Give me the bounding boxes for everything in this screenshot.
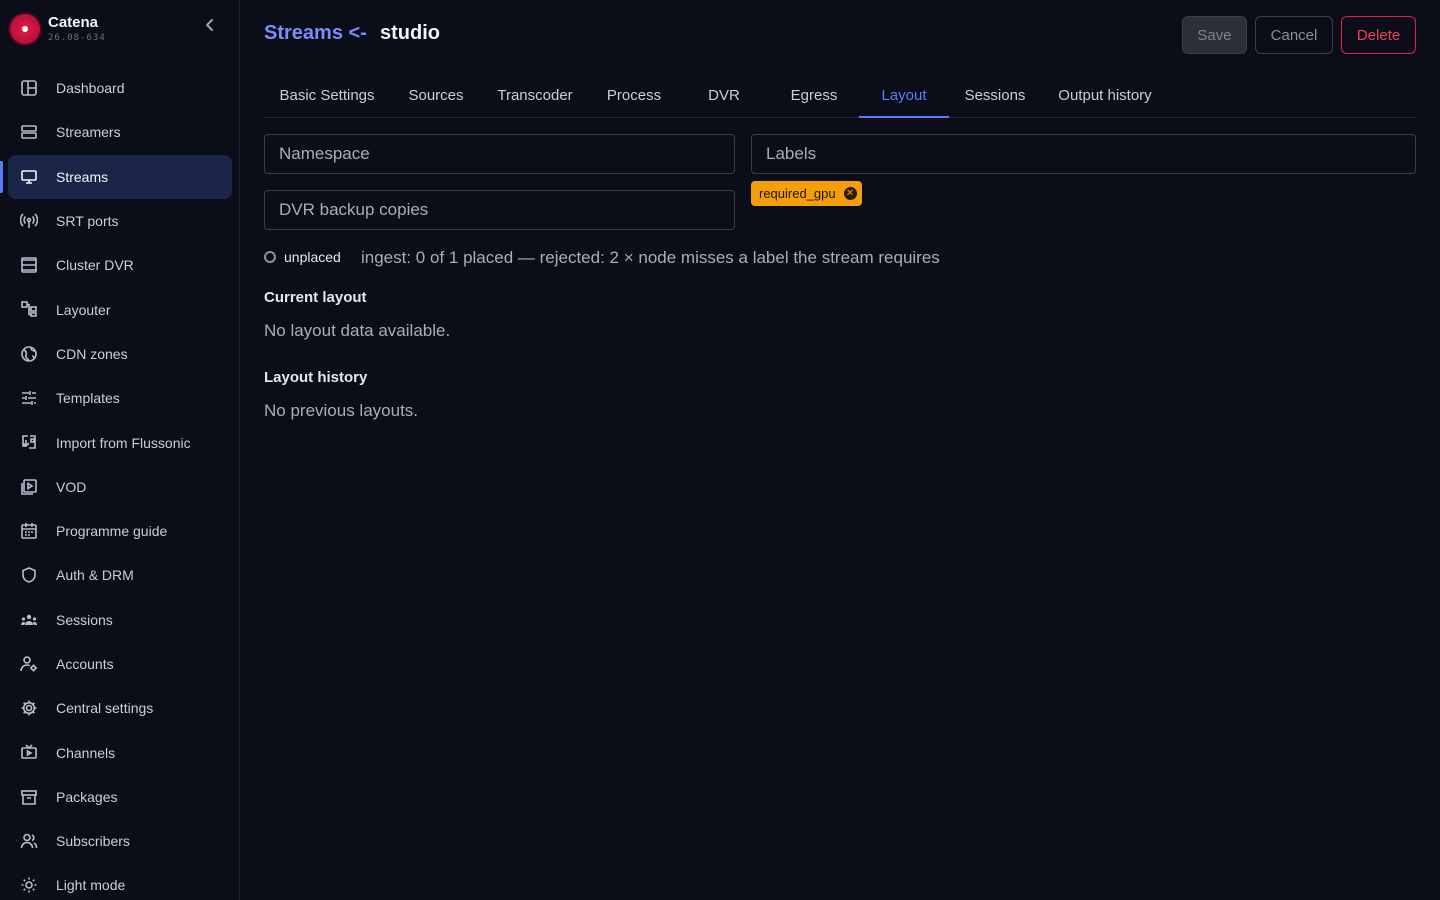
placement-summary: ingest: 0 of 1 placed — rejected: 2 × no… bbox=[361, 248, 940, 267]
sidebar-item-packages[interactable]: Packages bbox=[8, 775, 232, 819]
group-icon bbox=[20, 611, 38, 629]
label-chip: required_gpu ✕ bbox=[751, 181, 862, 206]
chevron-left-icon bbox=[206, 19, 213, 31]
sidebar-item-label: Auth & DRM bbox=[56, 567, 134, 584]
layout-history-heading: Layout history bbox=[264, 369, 368, 386]
sidebar-item-label: Sessions bbox=[56, 611, 113, 628]
placement-status: unplaced ingest: 0 of 1 placed — rejecte… bbox=[264, 248, 1264, 268]
sidebar-item-label: Accounts bbox=[56, 656, 114, 672]
archive-icon bbox=[20, 788, 38, 806]
sidebar-item-streamers[interactable]: Streamers bbox=[8, 110, 232, 154]
brand[interactable]: Catena 26.08-634 bbox=[10, 12, 230, 46]
tab-layout[interactable]: Layout bbox=[859, 74, 949, 118]
sidebar-item-central-settings[interactable]: Central settings bbox=[8, 686, 232, 730]
collapse-sidebar-button[interactable] bbox=[200, 18, 220, 38]
sidebar-item-cluster-dvr[interactable]: Cluster DVR bbox=[8, 243, 232, 287]
sidebar-nav: Dashboard Streamers Streams SRT ports Cl… bbox=[0, 66, 240, 900]
sidebar-item-srt-ports[interactable]: SRT ports bbox=[8, 199, 232, 243]
sidebar-item-label: VOD bbox=[56, 478, 87, 495]
sidebar-item-label: Subscribers bbox=[56, 833, 130, 850]
sidebar-item-label: SRT ports bbox=[56, 213, 119, 230]
tab-sources[interactable]: Sources bbox=[394, 74, 478, 117]
dashboard-icon bbox=[20, 79, 38, 97]
tab-basic-settings[interactable]: Basic Settings bbox=[264, 74, 390, 117]
storage-icon bbox=[20, 256, 38, 274]
tab-bar: Basic Settings Sources Transcoder Proces… bbox=[264, 74, 1416, 118]
status-circle-icon bbox=[264, 251, 276, 263]
delete-button[interactable]: Delete bbox=[1341, 16, 1416, 54]
main-content: Streams <- studio Save Cancel Delete Bas… bbox=[264, 0, 1416, 900]
sidebar-item-label: Programme guide bbox=[56, 523, 168, 540]
label-chip-text: required_gpu bbox=[759, 186, 836, 201]
sidebar-item-label: CDN zones bbox=[56, 345, 128, 362]
sidebar-item-layouter[interactable]: Layouter bbox=[8, 287, 232, 331]
sidebar: Catena 26.08-634 Dashboard Streamers Str… bbox=[0, 0, 240, 900]
tab-sessions[interactable]: Sessions bbox=[953, 74, 1037, 117]
brand-name: Catena bbox=[48, 14, 99, 31]
sidebar-item-accounts[interactable]: Accounts bbox=[8, 642, 232, 686]
layout-icon bbox=[20, 300, 38, 318]
sidebar-item-label: Packages bbox=[56, 788, 118, 805]
sidebar-item-channels[interactable]: Channels bbox=[8, 730, 232, 774]
stream-name-title: studio bbox=[380, 22, 440, 44]
catena-logo-icon bbox=[10, 14, 40, 44]
tab-transcoder[interactable]: Transcoder bbox=[482, 74, 588, 117]
sidebar-item-label: Channels bbox=[56, 744, 116, 761]
sidebar-item-label: Layouter bbox=[56, 301, 111, 318]
sidebar-item-label: Cluster DVR bbox=[56, 257, 134, 274]
sidebar-item-dashboard[interactable]: Dashboard bbox=[8, 66, 232, 110]
status-badge: unplaced bbox=[284, 249, 341, 265]
sidebar-item-light-mode[interactable]: Light mode bbox=[8, 863, 232, 900]
sidebar-item-auth-drm[interactable]: Auth & DRM bbox=[8, 553, 232, 597]
labels-input[interactable] bbox=[751, 134, 1416, 174]
save-button[interactable]: Save bbox=[1182, 16, 1247, 54]
sidebar-item-label: Streams bbox=[56, 168, 109, 185]
current-layout-empty: No layout data available. bbox=[264, 321, 451, 340]
remove-chip-icon[interactable]: ✕ bbox=[843, 187, 857, 200]
current-layout-heading: Current layout bbox=[264, 289, 367, 306]
monitor-icon bbox=[20, 168, 38, 186]
globe-icon bbox=[20, 345, 38, 363]
sun-icon bbox=[20, 876, 38, 894]
tv-icon bbox=[20, 743, 38, 761]
sidebar-item-templates[interactable]: Templates bbox=[8, 376, 232, 420]
breadcrumb-streams-link[interactable]: Streams <- bbox=[264, 22, 367, 45]
brand-version: 26.08-634 bbox=[48, 33, 106, 43]
user-gear-icon bbox=[20, 655, 38, 673]
video-library-icon bbox=[20, 478, 38, 496]
server-icon bbox=[20, 123, 38, 141]
gear-icon bbox=[20, 699, 38, 717]
sidebar-item-programme-guide[interactable]: Programme guide bbox=[8, 509, 232, 553]
tab-egress[interactable]: Egress bbox=[772, 74, 856, 117]
dvr-backup-copies-input[interactable] bbox=[264, 190, 735, 230]
tab-dvr[interactable]: DVR bbox=[680, 74, 768, 117]
sidebar-item-sessions[interactable]: Sessions bbox=[8, 598, 232, 642]
sidebar-item-label: Streamers bbox=[56, 124, 121, 141]
import-icon bbox=[20, 433, 38, 451]
sliders-icon bbox=[20, 389, 38, 407]
users-icon bbox=[20, 832, 38, 850]
calendar-icon bbox=[20, 522, 38, 540]
layout-history-empty: No previous layouts. bbox=[264, 401, 419, 420]
antenna-icon bbox=[20, 212, 38, 230]
sidebar-item-label: Import from Flussonic bbox=[56, 434, 191, 451]
sidebar-item-label: Central settings bbox=[56, 700, 154, 717]
sidebar-item-label: Light mode bbox=[56, 877, 126, 894]
sidebar-item-cdn-zones[interactable]: CDN zones bbox=[8, 332, 232, 376]
cancel-button[interactable]: Cancel bbox=[1255, 16, 1333, 54]
sidebar-item-streams[interactable]: Streams bbox=[0, 154, 232, 199]
sidebar-item-vod[interactable]: VOD bbox=[8, 465, 232, 509]
sidebar-item-label: Dashboard bbox=[56, 80, 125, 97]
sidebar-item-subscribers[interactable]: Subscribers bbox=[8, 819, 232, 863]
tab-process[interactable]: Process bbox=[592, 74, 676, 117]
sidebar-item-label: Templates bbox=[56, 390, 120, 407]
namespace-input[interactable] bbox=[264, 134, 735, 174]
shield-icon bbox=[20, 566, 38, 584]
tab-output-history[interactable]: Output history bbox=[1045, 74, 1165, 117]
sidebar-item-import-from-flussonic[interactable]: Import from Flussonic bbox=[8, 420, 232, 464]
